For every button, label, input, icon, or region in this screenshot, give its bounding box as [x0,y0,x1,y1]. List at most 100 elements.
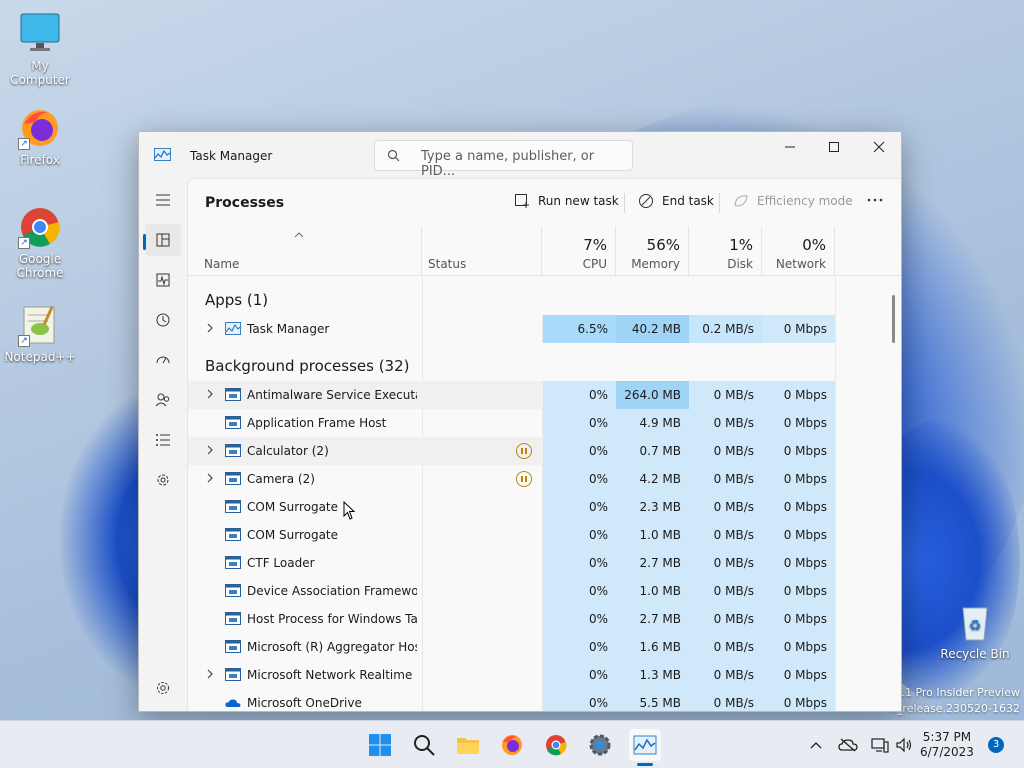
end-task-icon [639,194,653,208]
end-task-button[interactable]: End task [638,193,714,209]
process-row[interactable]: Camera (2) 0% 4.2 MB 0 MB/s 0 Mbps [188,465,835,493]
process-row[interactable]: Device Association Framewor... 0% 1.0 MB 0 … [188,577,835,605]
watermark-line: n_release.230520-1632 [889,702,1020,715]
memory-cell: 2.3 MB [616,493,689,521]
process-row[interactable]: CTF Loader 0% 2.7 MB 0 MB/s 0 Mbps [188,549,835,577]
column-header-label: Memory [631,257,680,271]
taskbar-chrome[interactable] [540,729,572,761]
process-window-icon [225,500,241,513]
nav-app-history[interactable] [145,304,181,336]
chevron-right-icon[interactable] [206,473,214,483]
group-header-background: Background processes (32) [205,357,410,375]
nav-settings[interactable] [145,672,181,704]
process-row[interactable]: Antimalware Service Executable 0%264.0 MB… [188,381,835,409]
search-icon [387,149,400,162]
taskbar-search-button[interactable] [408,729,440,761]
column-header-cpu[interactable]: 7% CPU [542,227,616,276]
column-header-label: Status [428,257,467,271]
cpu-cell: 0% [543,521,616,549]
search-box[interactable]: Type a name, publisher, or PID... [374,140,633,179]
start-button[interactable] [364,729,396,761]
nav-startup-apps[interactable] [145,344,181,376]
disk-cell: 0 MB/s [689,577,762,605]
network-cell: 0 Mbps [762,605,835,633]
column-header-row: Name Status 7% CPU 56% Memory 1% Disk 0%… [188,227,901,276]
nav-performance[interactable] [145,264,181,296]
disk-cell: 0 MB/s [689,521,762,549]
cpu-cell: 0% [543,689,616,711]
more-options-button[interactable] [866,191,884,209]
processes-page: Processes Run new task End task Efficien… [187,178,901,711]
efficiency-mode-button[interactable]: Efficiency mode [733,193,853,209]
column-header-disk[interactable]: 1% Disk [689,227,762,276]
network-cell: 0 Mbps [762,577,835,605]
column-header-network[interactable]: 0% Network [762,227,835,276]
minimize-button[interactable] [767,132,813,162]
notification-badge[interactable]: 3 [988,737,1004,753]
close-button[interactable] [856,132,901,162]
chevron-right-icon[interactable] [206,323,214,333]
process-row[interactable]: Microsoft Network Realtime I... 0% 1.3 MB 0… [188,661,835,689]
nav-users[interactable] [145,384,181,416]
show-hidden-icons-button[interactable] [806,735,826,755]
chevron-right-icon[interactable] [206,669,214,679]
clock[interactable]: 5:37 PM 6/7/2023 [920,730,974,760]
desktop-icon-google-chrome[interactable]: ↗ Google Chrome [0,205,80,280]
hamburger-icon [156,194,170,206]
scrollbar-thumb[interactable] [892,295,895,343]
process-name: Calculator (2) [247,444,329,458]
process-row[interactable]: COM Surrogate 0% 2.3 MB 0 MB/s 0 Mbps [188,493,835,521]
process-row[interactable]: Calculator (2) 0% 0.7 MB 0 MB/s 0 Mbps [188,437,835,465]
desktop-icon-my-computer[interactable]: My Computer [0,12,80,87]
process-row[interactable]: Microsoft (R) Aggregator Host 0% 1.6 MB 0 M… [188,633,835,661]
cpu-cell: 0% [543,661,616,689]
process-row[interactable]: Host Process for Windows Tasks0%2.7 MB0 … [188,605,835,633]
column-header-name[interactable]: Name [188,227,422,276]
column-header-status[interactable]: Status [422,227,542,276]
desktop-icon-firefox[interactable]: ↗ Firefox [0,106,80,167]
taskbar-task-manager[interactable] [629,729,661,761]
history-icon [156,313,170,327]
close-icon [873,141,885,153]
nav-processes[interactable] [145,224,181,256]
network-total-percent: 0% [802,236,826,254]
task-manager-icon [633,735,657,755]
end-task-label: End task [662,194,714,208]
volume-tray-button[interactable] [893,735,915,755]
taskbar-file-explorer[interactable] [452,729,484,761]
onedrive-tray-button[interactable] [837,735,859,755]
active-app-indicator [637,763,653,766]
shortcut-arrow-icon: ↗ [18,335,30,347]
desktop-icon-notepadpp[interactable]: ↗ Notepad++ [0,303,80,364]
nav-details[interactable] [145,424,181,456]
taskbar-settings[interactable] [584,729,616,761]
maximize-button[interactable] [811,132,857,162]
process-row[interactable]: Application Frame Host 0% 4.9 MB 0 MB/s 0 Mb… [188,409,835,437]
task-manager-window: Task Manager Type a name, publisher, or … [138,131,902,712]
process-row[interactable]: Task Manager 6.5% 40.2 MB 0.2 MB/s 0 Mbps [188,315,835,343]
column-header-memory[interactable]: 56% Memory [616,227,689,276]
leaf-icon [734,195,748,207]
services-gear-icon [157,474,169,486]
cpu-total-percent: 7% [583,236,607,254]
task-manager-icon [154,148,171,161]
column-header-label: CPU [582,257,607,271]
memory-cell: 1.0 MB [616,521,689,549]
chevron-right-icon[interactable] [206,445,214,455]
hamburger-menu-button[interactable] [145,184,181,216]
chevron-right-icon[interactable] [206,389,214,399]
network-tray-button[interactable] [869,735,891,755]
disk-cell: 0 MB/s [689,633,762,661]
minimize-icon [785,146,795,148]
disk-cell: 0 MB/s [689,493,762,521]
taskbar-firefox[interactable] [496,729,528,761]
run-new-task-button[interactable]: Run new task [514,193,619,209]
active-nav-indicator [143,234,146,250]
desktop-icon-recycle-bin[interactable]: ♻ Recycle Bin [935,600,1015,661]
nav-services[interactable] [145,464,181,496]
cpu-cell: 0% [543,549,616,577]
network-cell: 0 Mbps [762,493,835,521]
process-row[interactable]: Microsoft OneDrive 0% 5.5 MB 0 MB/s 0 Mbps [188,689,835,711]
process-row[interactable]: COM Surrogate 0% 1.0 MB 0 MB/s 0 Mbps [188,521,835,549]
network-cell: 0 Mbps [762,409,835,437]
